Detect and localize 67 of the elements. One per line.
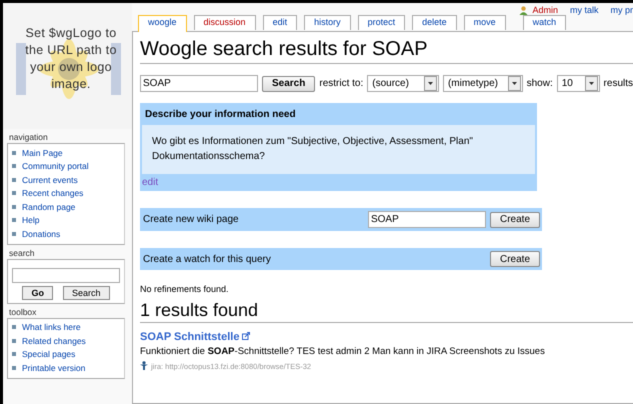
user-link[interactable]: Admin	[532, 5, 558, 15]
sidebar-link[interactable]: Related changes	[22, 336, 86, 346]
sidebar-link[interactable]: Random page	[22, 202, 76, 212]
count-dropdown[interactable]: 10	[556, 75, 600, 92]
personal-link[interactable]: my pr	[610, 5, 633, 15]
result-snippet: Funktioniert die SOAP-Schnittstelle? TES test admin 2 Man kann in JIRA Screenshots zu Issues	[140, 346, 546, 357]
external-link-icon	[242, 332, 250, 340]
bullet-icon	[12, 218, 16, 222]
tab[interactable]: woogle	[138, 15, 187, 32]
tab[interactable]: edit	[262, 15, 298, 30]
bullet-icon	[12, 191, 16, 196]
result-link[interactable]: SOAP Schnittstelle	[140, 331, 240, 343]
sidebar-link[interactable]: Community portal	[22, 161, 89, 172]
sidebar-link[interactable]: Main Page	[22, 148, 63, 158]
personal-link[interactable]: my talk	[570, 5, 598, 15]
sidebar-link[interactable]: Donations	[22, 228, 60, 239]
bullet-icon	[12, 352, 16, 356]
portlet-title: search	[8, 246, 36, 258]
bullet-icon	[12, 338, 16, 343]
logo-text: Set $wgLogo to the URL path to your own logo image.	[25, 25, 117, 93]
create-watch-label: Create a watch for this query	[143, 254, 272, 264]
panel-heading: Describe your information need	[144, 108, 297, 122]
go-button[interactable]: Go	[22, 286, 53, 300]
tab[interactable]: protect	[358, 15, 406, 30]
tab[interactable]: move	[464, 15, 506, 30]
create-button[interactable]: Create	[490, 251, 540, 267]
dropdown-arrow-icon	[428, 82, 433, 85]
bullet-icon	[12, 150, 16, 155]
refinements-text: No refinements found.	[140, 284, 230, 294]
search-field[interactable]: SOAP	[140, 75, 258, 92]
results-label: results	[604, 78, 633, 89]
create-button[interactable]: Create	[490, 212, 540, 228]
page-title: Woogle search results for SOAP	[140, 38, 633, 64]
bullet-icon	[12, 178, 16, 182]
sidebar-link[interactable]: What links here	[22, 322, 81, 332]
source-dropdown[interactable]: (source)	[367, 75, 439, 92]
sidebar-link[interactable]: Special pages	[22, 349, 76, 360]
sidebar-link[interactable]: Recent changes	[22, 188, 84, 198]
user-icon	[519, 6, 528, 14]
bullet-icon	[12, 204, 16, 209]
results-heading: 1 results found	[140, 300, 633, 323]
bullet-icon	[12, 325, 16, 330]
create-page-label: Create new wiki page	[143, 214, 240, 225]
tab[interactable]: delete	[412, 15, 457, 30]
search-button[interactable]: Search	[62, 286, 110, 300]
search-field[interactable]	[12, 268, 120, 282]
page-name-field[interactable]: SOAP	[368, 211, 486, 228]
sidebar-link[interactable]: Help	[22, 215, 40, 226]
tab[interactable]: watch	[522, 15, 566, 30]
sidebar-link[interactable]: Printable version	[22, 362, 86, 373]
edit-link[interactable]: edit	[142, 177, 158, 188]
figure-icon	[140, 361, 148, 370]
bullet-icon	[12, 366, 16, 370]
dropdown-arrow-icon	[512, 82, 517, 85]
mimetype-dropdown[interactable]: (mimetype)	[442, 75, 523, 92]
tab[interactable]: history	[304, 15, 351, 30]
sidebar-link[interactable]: Current events	[22, 174, 78, 185]
portlet-title: toolbox	[8, 306, 38, 318]
portlet-title: navigation	[8, 131, 49, 143]
tab[interactable]: discussion	[194, 15, 256, 30]
bullet-icon	[12, 232, 16, 236]
search-button[interactable]: Search	[262, 76, 316, 92]
restrict-label: restrict to:	[319, 78, 364, 89]
bullet-icon	[12, 164, 16, 168]
show-label: show:	[526, 78, 553, 89]
dropdown-arrow-icon	[588, 82, 594, 85]
question-text: Wo gibt es Informationen zum "Subjective, Objective, Assessment, Plan" Dokumentationsschema?	[142, 125, 535, 174]
